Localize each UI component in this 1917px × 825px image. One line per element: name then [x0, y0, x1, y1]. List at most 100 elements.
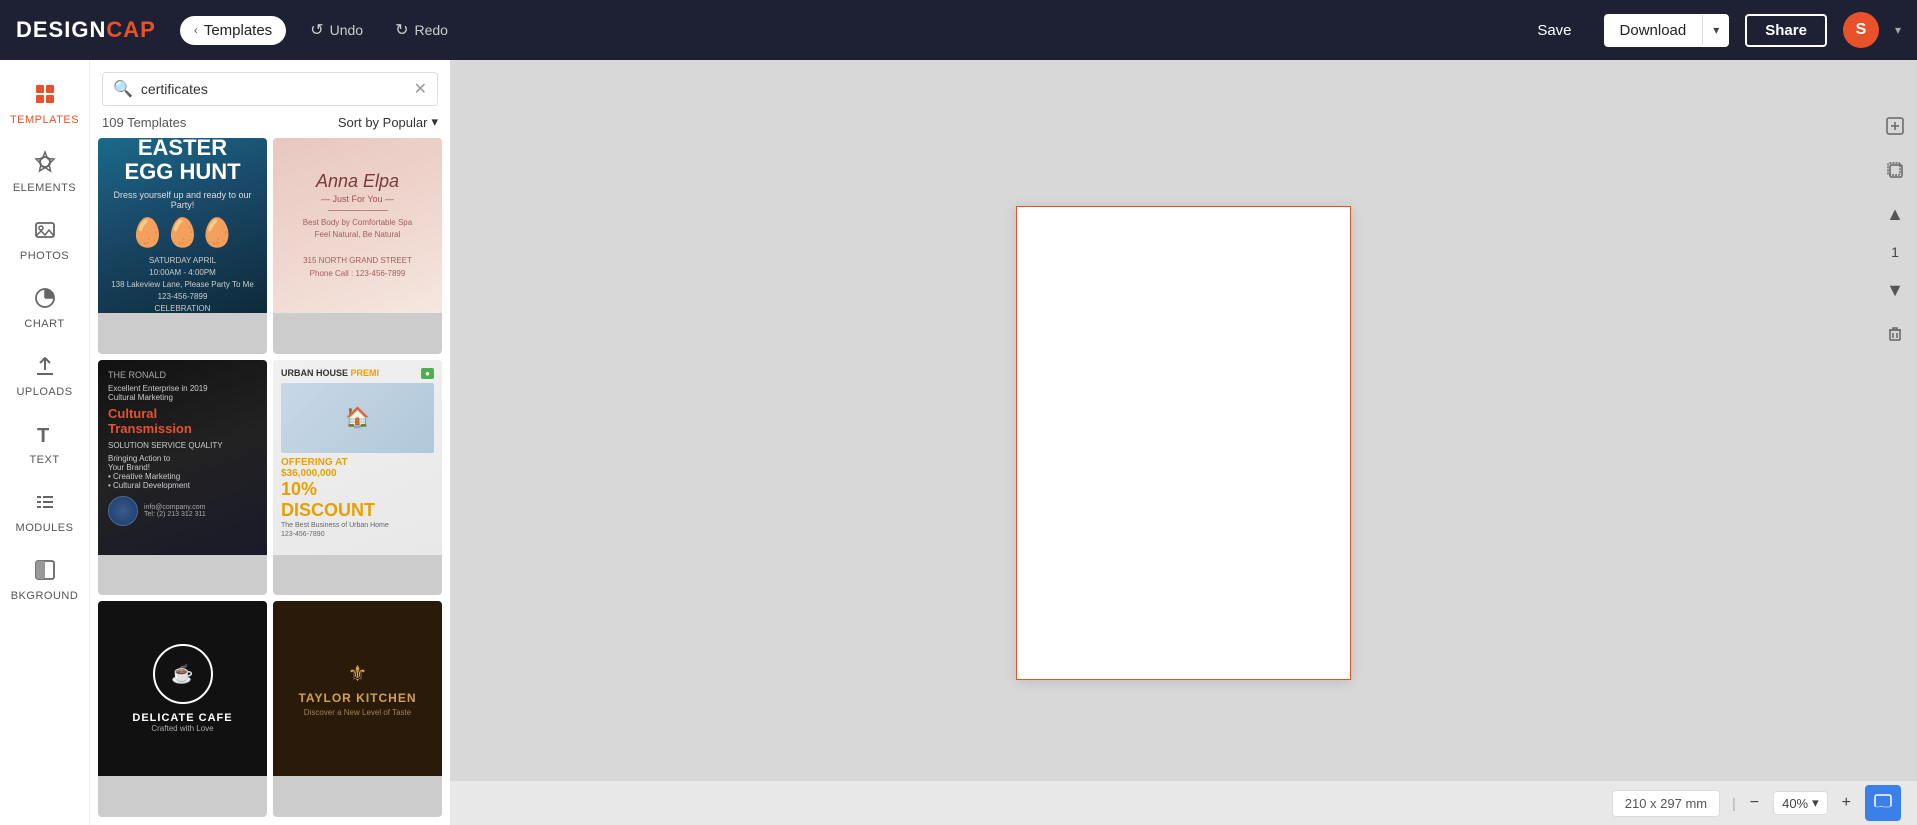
- page-number: 1: [1891, 240, 1899, 264]
- template-card-easter[interactable]: EASTEREGG HUNT Dress yourself up and rea…: [98, 138, 267, 354]
- cafe-logo-icon: ☕: [171, 664, 193, 685]
- elements-icon: [33, 150, 57, 178]
- sidebar-item-chart[interactable]: CHART: [0, 272, 89, 340]
- brand-name-part2: CAP: [106, 17, 155, 43]
- download-button-group: Download ▾: [1604, 14, 1730, 47]
- undo-label: Undo: [330, 22, 363, 38]
- canvas-area: ▲ 1 ▼: [450, 60, 1917, 825]
- zoom-out-button[interactable]: −: [1748, 794, 1761, 812]
- page-size-display: 210 x 297 mm: [1612, 790, 1720, 817]
- uploads-icon: [33, 354, 57, 382]
- sidebar-chart-label: CHART: [24, 318, 64, 330]
- sidebar-item-elements[interactable]: ELEMENTS: [0, 136, 89, 204]
- templates-grid: EASTEREGG HUNT Dress yourself up and rea…: [90, 138, 450, 825]
- templates-panel: 🔍 ✕ 109 Templates Sort by Popular ▾ EAST…: [90, 60, 450, 825]
- brand-name-part1: DESIGN: [16, 17, 106, 43]
- modules-icon: [33, 490, 57, 518]
- cafe-sub: Crafted with Love: [151, 724, 213, 733]
- sidebar: TEMPLATES ELEMENTS PHOTOS: [0, 60, 90, 825]
- spa-details: Best Body by Comfortable SpaFeel Natural…: [303, 217, 412, 281]
- template-card-taylor[interactable]: ⚜ TAYLOR KITCHEN Discover a New Level of…: [273, 601, 442, 817]
- taylor-tagline: Discover a New Level of Taste: [304, 708, 411, 717]
- sidebar-bkground-label: BKGROUND: [11, 590, 79, 602]
- chat-button[interactable]: [1865, 785, 1901, 821]
- top-nav: DESIGNCAP ‹ Templates ↺ Undo ↻ Redo Save…: [0, 0, 1917, 60]
- canvas-page[interactable]: [1016, 206, 1351, 680]
- share-button[interactable]: Share: [1745, 14, 1827, 47]
- search-input[interactable]: [141, 81, 406, 97]
- templates-button[interactable]: ‹ Templates: [180, 16, 286, 45]
- spa-divider: [328, 210, 388, 211]
- search-clear-button[interactable]: ✕: [414, 79, 427, 99]
- sidebar-item-bkground[interactable]: BKGROUND: [0, 544, 89, 612]
- easter-eggs-icon: 🥚🥚🥚: [130, 216, 235, 249]
- duplicate-page-button[interactable]: [1877, 152, 1913, 188]
- template-card-urban[interactable]: URBAN HOUSE PREMI ● 🏠 OFFERING AT$36,000…: [273, 360, 442, 596]
- template-card-cultural[interactable]: THE RONALD Excellent Enterprise in 2019C…: [98, 360, 267, 596]
- sort-button[interactable]: Sort by Popular ▾: [338, 114, 438, 130]
- zoom-in-button[interactable]: +: [1840, 794, 1853, 812]
- templates-back-icon: ‹: [194, 23, 198, 37]
- cultural-title: CulturalTransmission: [108, 406, 192, 437]
- sidebar-item-photos[interactable]: PHOTOS: [0, 204, 89, 272]
- chart-icon: [33, 286, 57, 314]
- panel-meta: 109 Templates Sort by Popular ▾: [90, 114, 450, 138]
- sort-chevron-icon: ▾: [431, 114, 438, 130]
- sidebar-elements-label: ELEMENTS: [13, 182, 76, 194]
- save-button[interactable]: Save: [1521, 16, 1587, 45]
- spa-name: Anna Elpa: [316, 171, 399, 192]
- templates-count: 109 Templates: [102, 115, 186, 130]
- download-dropdown-button[interactable]: ▾: [1702, 15, 1729, 45]
- taylor-icon: ⚜: [348, 661, 368, 687]
- user-dropdown-icon[interactable]: ▾: [1895, 23, 1901, 37]
- template-card-cafe[interactable]: ☕ DELICATE CAFE Crafted with Love: [98, 601, 267, 817]
- add-page-button[interactable]: [1877, 108, 1913, 144]
- sidebar-item-modules[interactable]: MODULES: [0, 476, 89, 544]
- download-main-button[interactable]: Download: [1604, 14, 1703, 47]
- download-chevron-icon: ▾: [1713, 23, 1719, 37]
- easter-title: EASTEREGG HUNT: [124, 138, 240, 184]
- cultural-desc: Bringing Action toYour Brand!• Creative …: [108, 454, 190, 490]
- redo-button[interactable]: ↻ Redo: [387, 16, 456, 44]
- sidebar-photos-label: PHOTOS: [20, 250, 69, 262]
- urban-price: OFFERING AT$36,000,000: [281, 457, 348, 479]
- spa-tagline: — Just For You —: [321, 194, 394, 204]
- sidebar-item-text[interactable]: T TEXT: [0, 408, 89, 476]
- template-card-spa[interactable]: Anna Elpa — Just For You — Best Body by …: [273, 138, 442, 354]
- easter-sub: Dress yourself up and ready to our Party…: [110, 190, 255, 210]
- urban-header: URBAN HOUSE PREMI ●: [281, 368, 434, 379]
- cultural-globe-icon: [108, 496, 138, 526]
- page-up-button[interactable]: ▲: [1877, 196, 1913, 232]
- cafe-name: DELICATE CAFE: [132, 712, 232, 724]
- undo-button[interactable]: ↺ Undo: [302, 16, 371, 44]
- page-down-button[interactable]: ▼: [1877, 272, 1913, 308]
- urban-label: URBAN HOUSE PREMI: [281, 368, 379, 378]
- sidebar-item-uploads[interactable]: UPLOADS: [0, 340, 89, 408]
- zoom-dropdown-icon: ▾: [1812, 795, 1819, 811]
- cultural-sub: SOLUTION SERVICE QUALITY: [108, 441, 223, 450]
- redo-icon: ↻: [395, 20, 408, 40]
- right-toolbar: ▲ 1 ▼: [1873, 100, 1917, 360]
- bottom-bar: 210 x 297 mm | − 40% ▾ +: [450, 781, 1917, 825]
- chevron-down-icon: ▼: [1886, 280, 1904, 301]
- cultural-badge: THE RONALD: [108, 370, 166, 380]
- delete-page-button[interactable]: [1877, 316, 1913, 352]
- sidebar-item-templates[interactable]: TEMPLATES: [0, 68, 89, 136]
- brand-logo[interactable]: DESIGNCAP: [16, 17, 156, 43]
- sort-label: Sort by Popular: [338, 115, 428, 130]
- chevron-up-icon: ▲: [1886, 204, 1904, 225]
- search-icon: 🔍: [113, 79, 133, 99]
- sidebar-modules-label: MODULES: [16, 522, 74, 534]
- separator: |: [1732, 795, 1736, 811]
- sidebar-uploads-label: UPLOADS: [16, 386, 72, 398]
- zoom-control: 40% ▾: [1773, 791, 1828, 815]
- cultural-enterprise: Excellent Enterprise in 2019Cultural Mar…: [108, 384, 208, 402]
- cafe-circle: ☕: [153, 644, 213, 704]
- templates-button-label: Templates: [204, 22, 272, 39]
- user-avatar[interactable]: S: [1843, 12, 1879, 48]
- sidebar-text-label: TEXT: [29, 454, 59, 466]
- svg-text:T: T: [37, 425, 49, 446]
- search-bar: 🔍 ✕: [102, 72, 438, 106]
- easter-info: SATURDAY APRIL10:00AM - 4:00PM138 Lakevi…: [111, 255, 254, 315]
- urban-discount: 10%DISCOUNT: [281, 479, 375, 521]
